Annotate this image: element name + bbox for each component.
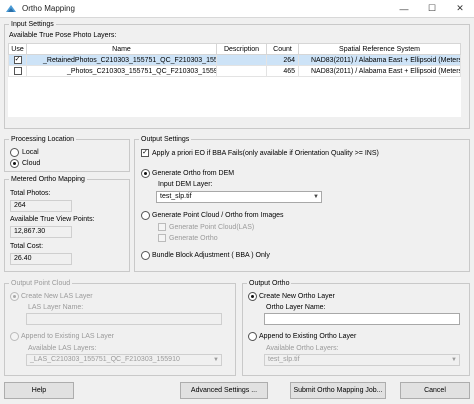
title-bar: Ortho Mapping — ☐ ✕ — [0, 0, 474, 18]
help-button[interactable]: Help — [4, 382, 74, 399]
cloud-label: Cloud — [22, 160, 41, 167]
output-point-cloud-legend: Output Point Cloud — [11, 280, 71, 287]
column-header-use[interactable]: Use — [8, 43, 27, 55]
cancel-button[interactable]: Cancel — [400, 382, 470, 399]
available-ortho-label: Available Ortho Layers: — [266, 345, 339, 352]
total-photos-label: Total Photos: — [10, 190, 51, 197]
close-icon[interactable]: ✕ — [446, 0, 474, 18]
generate-dem-radio[interactable] — [141, 169, 150, 178]
column-header-srs[interactable]: Spatial Reference System — [298, 43, 461, 55]
input-dem-select[interactable]: test_slp.tif ▼ — [156, 191, 322, 203]
point-cloud-label: Generate Point Cloud / Ortho from Images — [152, 212, 284, 219]
row-count: 264 — [266, 54, 299, 66]
row-description — [216, 65, 267, 77]
create-las-radio[interactable] — [10, 292, 19, 301]
true-view-field: 12,867.30 — [10, 226, 72, 238]
app-icon — [5, 3, 17, 15]
gen-ortho-checkbox[interactable] — [158, 234, 166, 242]
row-name: _Photos_C210303_155751_QC_F210303_155910 — [26, 65, 217, 77]
output-settings-legend: Output Settings — [141, 136, 190, 143]
available-las-value: _LAS_C210303_155751_QC_F210303_155910 — [30, 356, 180, 363]
row-name: _RetainedPhotos_C210303_155751_QC_F21030… — [26, 54, 217, 66]
gen-las-checkbox[interactable] — [158, 223, 166, 231]
append-las-radio[interactable] — [10, 332, 19, 341]
local-label: Local — [22, 149, 39, 156]
use-checkbox[interactable]: ✓ — [13, 56, 22, 64]
submit-job-button[interactable]: Submit Ortho Mapping Job... — [290, 382, 386, 399]
create-las-label: Create New LAS Layer — [21, 293, 93, 300]
las-name-field[interactable] — [26, 313, 222, 325]
apply-eo-label: Apply a priori EO if BBA Fails(only avai… — [152, 150, 379, 157]
row-description — [216, 54, 267, 66]
append-ortho-radio[interactable] — [248, 332, 257, 341]
table-header: Use Name Description Count Spatial Refer… — [8, 43, 461, 55]
ortho-name-field[interactable] — [264, 313, 460, 325]
total-cost-label: Total Cost: — [10, 243, 44, 250]
bba-only-radio[interactable] — [141, 251, 150, 260]
chevron-down-icon: ▼ — [213, 357, 219, 363]
chevron-down-icon: ▼ — [451, 357, 457, 363]
append-las-label: Append to Existing LAS Layer — [21, 333, 115, 340]
create-ortho-label: Create New Ortho Layer — [259, 293, 335, 300]
photo-layers-table[interactable]: Use Name Description Count Spatial Refer… — [8, 43, 461, 117]
column-header-name[interactable]: Name — [26, 43, 217, 55]
input-dem-value: test_slp.tif — [160, 193, 192, 200]
true-view-label: Available True View Points: — [10, 216, 95, 223]
gen-las-label: Generate Point Cloud(LAS) — [169, 224, 255, 231]
available-ortho-value: test_slp.tif — [268, 356, 300, 363]
available-las-label: Available LAS Layers: — [28, 345, 97, 352]
table-empty-area — [9, 77, 461, 117]
column-header-count[interactable]: Count — [266, 43, 299, 55]
available-layers-label: Available True Pose Photo Layers: — [9, 32, 117, 39]
output-ortho-legend: Output Ortho — [249, 280, 290, 287]
available-las-select[interactable]: _LAS_C210303_155751_QC_F210303_155910 ▼ — [26, 354, 222, 366]
row-srs: NAD83(2011) / Alabama East + Ellipsoid (… — [298, 54, 461, 66]
ortho-name-label: Ortho Layer Name: — [266, 304, 326, 311]
total-photos-field: 264 — [10, 200, 72, 212]
minimize-icon[interactable]: — — [390, 0, 418, 18]
row-count: 465 — [266, 65, 299, 77]
bba-only-label: Bundle Block Adjustment ( BBA ) Only — [152, 252, 270, 259]
use-checkbox[interactable] — [13, 67, 22, 75]
input-dem-label: Input DEM Layer: — [158, 181, 213, 188]
table-row[interactable]: ✓ _RetainedPhotos_C210303_155751_QC_F210… — [8, 54, 461, 66]
metered-legend: Metered Ortho Mapping — [11, 176, 85, 183]
processing-location-legend: Processing Location — [11, 136, 75, 143]
chevron-down-icon: ▼ — [313, 194, 319, 200]
gen-ortho-label: Generate Ortho — [169, 235, 218, 242]
table-row[interactable]: _Photos_C210303_155751_QC_F210303_155910… — [8, 65, 461, 77]
total-cost-field: 26.40 — [10, 253, 72, 265]
window-title: Ortho Mapping — [22, 4, 75, 13]
input-settings-legend: Input Settings — [11, 21, 54, 28]
create-ortho-radio[interactable] — [248, 292, 257, 301]
cloud-radio[interactable] — [10, 159, 19, 168]
maximize-icon[interactable]: ☐ — [418, 0, 446, 18]
column-header-description[interactable]: Description — [216, 43, 267, 55]
generate-dem-label: Generate Ortho from DEM — [152, 170, 235, 177]
row-srs: NAD83(2011) / Alabama East + Ellipsoid (… — [298, 65, 461, 77]
advanced-settings-button[interactable]: Advanced Settings ... — [180, 382, 268, 399]
las-name-label: LAS Layer Name: — [28, 304, 84, 311]
append-ortho-label: Append to Existing Ortho Layer — [259, 333, 357, 340]
available-ortho-select[interactable]: test_slp.tif ▼ — [264, 354, 460, 366]
local-radio[interactable] — [10, 148, 19, 157]
apply-eo-checkbox[interactable]: ✓ — [141, 149, 149, 157]
point-cloud-radio[interactable] — [141, 211, 150, 220]
